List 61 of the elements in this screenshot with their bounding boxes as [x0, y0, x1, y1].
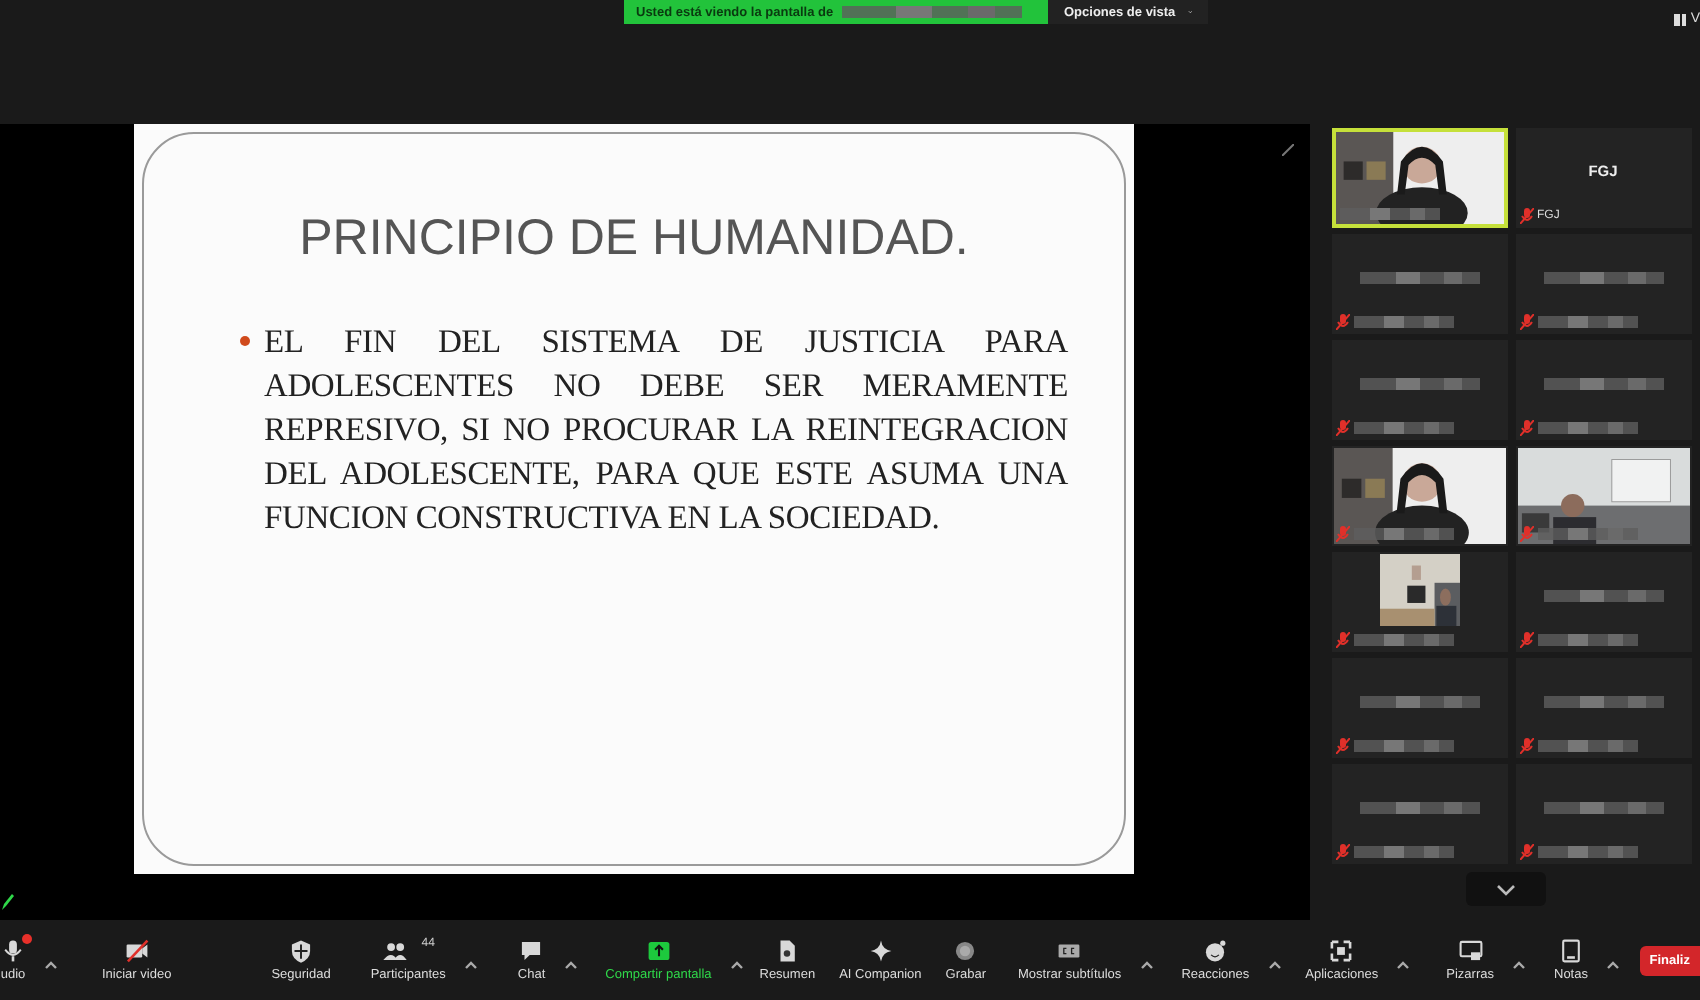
- blurred-name: [1359, 378, 1479, 390]
- blurred-name: [1537, 846, 1637, 858]
- blurred-name: [1543, 272, 1663, 284]
- smile-icon: [1202, 938, 1229, 964]
- chat-icon: [518, 938, 545, 964]
- blurred-name: [1543, 590, 1663, 602]
- blurred-name: [1543, 378, 1663, 390]
- blurred-name: [1543, 802, 1663, 814]
- notes-icon: [1557, 938, 1584, 964]
- participant-tile[interactable]: [1515, 340, 1691, 440]
- blurred-name: [1353, 316, 1453, 328]
- record-icon: [952, 938, 979, 964]
- blurred-name: [1339, 208, 1439, 220]
- shield-icon: [288, 938, 314, 964]
- participant-tile[interactable]: [1331, 658, 1507, 758]
- blurred-name: [1353, 422, 1453, 434]
- participant-tile[interactable]: [1515, 764, 1691, 864]
- participant-tile[interactable]: [1515, 234, 1691, 334]
- share-icon: [645, 938, 672, 964]
- resize-icon[interactable]: [1282, 144, 1294, 156]
- blurred-name: [1353, 634, 1453, 646]
- blurred-name: [1543, 696, 1663, 708]
- mic-icon: [0, 938, 26, 964]
- blurred-name: [1537, 634, 1637, 646]
- participant-tile[interactable]: [1331, 340, 1507, 440]
- caret-icon[interactable]: [1139, 959, 1154, 969]
- participant-tile[interactable]: [1515, 658, 1691, 758]
- sparkle-icon: [867, 938, 894, 964]
- blurred-name: [1537, 422, 1637, 434]
- blurred-name: [1353, 740, 1453, 752]
- board-icon: [1457, 938, 1484, 964]
- blurred-name: [1359, 272, 1479, 284]
- blurred-name: [1537, 528, 1637, 540]
- caret-icon[interactable]: [1396, 959, 1411, 969]
- caret-icon[interactable]: [729, 959, 744, 969]
- caret-icon[interactable]: [563, 959, 578, 969]
- slide-title: PRINCIPIO DE HUMANIDAD.: [299, 210, 969, 268]
- blurred-name: [1353, 528, 1453, 540]
- blurred-name: [1353, 846, 1453, 858]
- participant-tile[interactable]: [1331, 234, 1507, 334]
- caret-icon[interactable]: [1267, 959, 1282, 969]
- participant-tile[interactable]: [1331, 764, 1507, 864]
- caret-icon[interactable]: [1605, 959, 1620, 969]
- apps-icon: [1328, 938, 1355, 964]
- caret-icon[interactable]: [463, 959, 478, 969]
- video-off-icon: [123, 938, 150, 964]
- blurred-name: [1359, 696, 1479, 708]
- pencil-icon[interactable]: [0, 892, 16, 912]
- bullet-icon: [240, 336, 250, 346]
- slide-bullet-text: EL FIN DEL SISTEMA DE JUSTICIA PARA ADOLESCENTES NO DEBE SER MERAMENTE REPRESIVO, SI NO PROCURAR LA REINTEGRACION DEL ADOLESCENTE, PARA QUE ESTE ASUMA UNA FUNCION CONSTRUCTIVA EN LA SOCIEDAD.: [264, 320, 1068, 540]
- participant-tile[interactable]: [1515, 552, 1691, 652]
- scroll-down-button[interactable]: [1465, 872, 1545, 906]
- participant-tile[interactable]: [1331, 552, 1507, 652]
- people-icon: [381, 938, 408, 964]
- blurred-name: [1537, 316, 1637, 328]
- blurred-name: [1537, 740, 1637, 752]
- blurred-name: [1359, 802, 1479, 814]
- caret-icon[interactable]: [44, 959, 58, 969]
- caret-icon[interactable]: [1512, 959, 1526, 969]
- layout-icon[interactable]: [1674, 13, 1687, 25]
- chevron-down-icon: [1495, 883, 1515, 895]
